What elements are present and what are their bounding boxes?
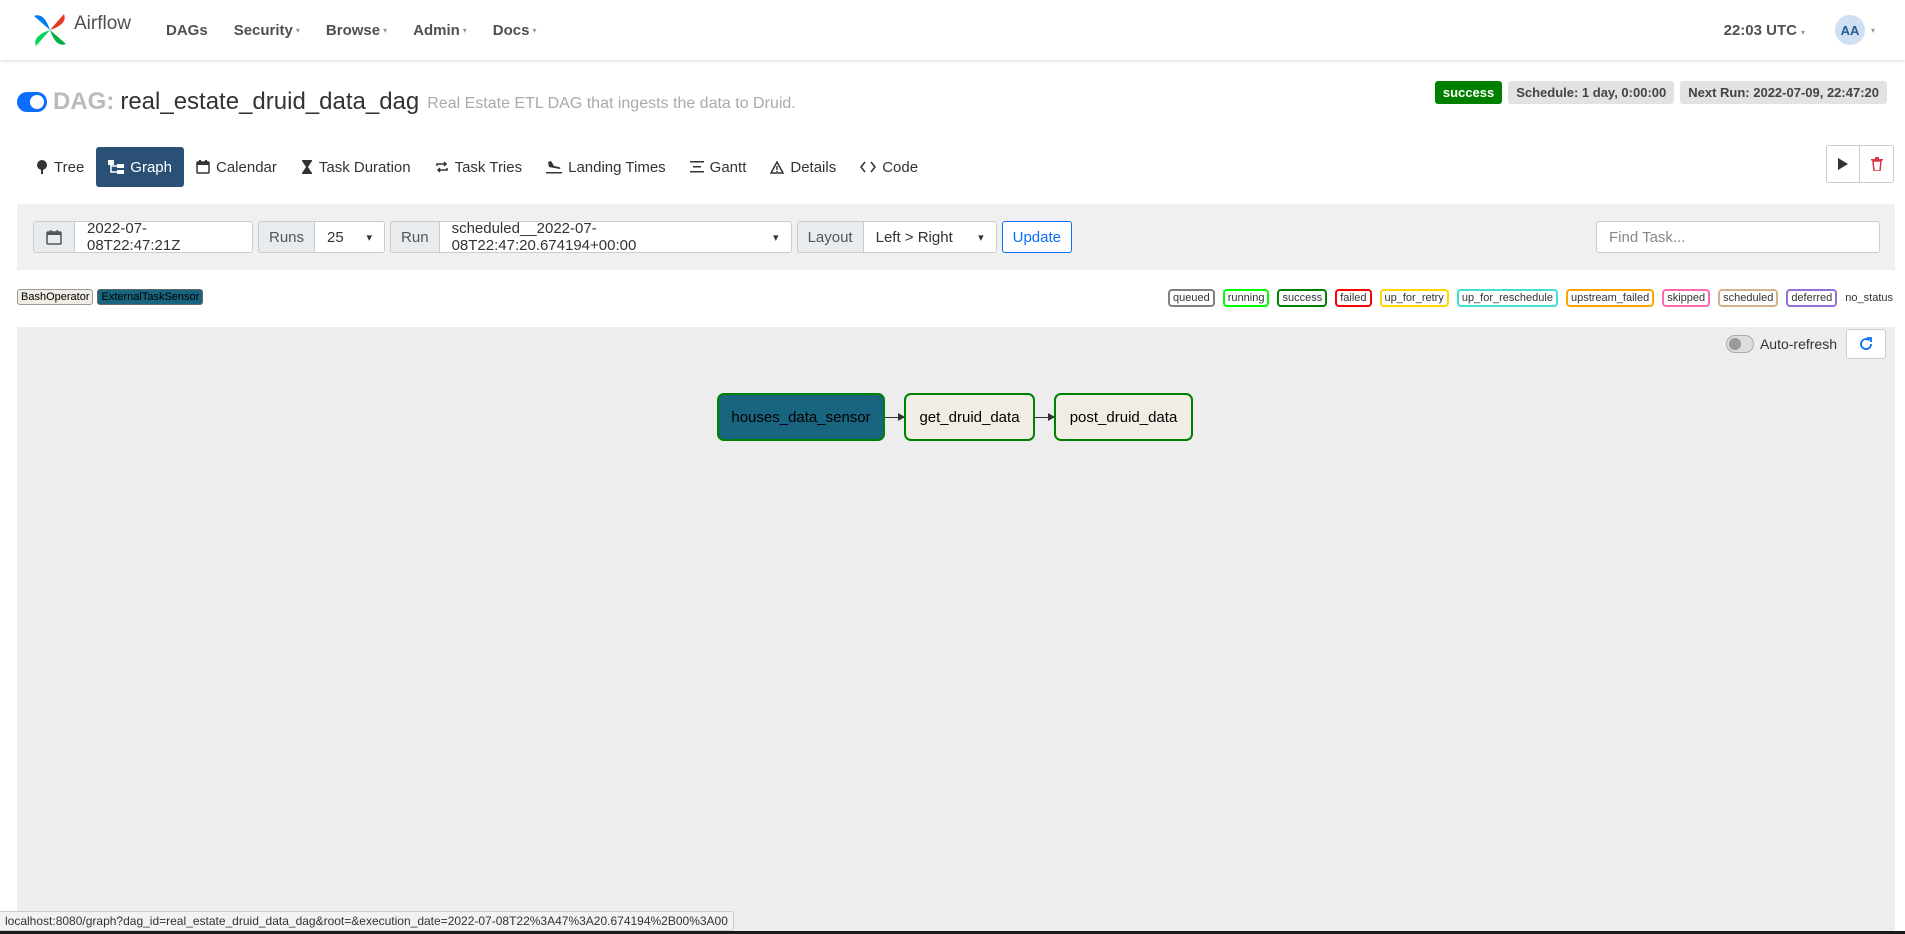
tab-gantt[interactable]: Gantt [678,147,759,187]
nav-docs[interactable]: Docs ▾ [493,22,537,39]
airflow-logo[interactable]: Airflow [30,6,166,54]
runs-label: Runs [258,221,316,253]
task-node-get-druid-data[interactable]: get_druid_data [904,393,1035,441]
caret-down-icon[interactable]: ▾ [1871,26,1875,35]
code-icon [860,161,877,173]
refresh-button[interactable] [1846,329,1886,359]
brand-name: Airflow [74,13,132,34]
run-group: Run scheduled__2022-07-08T22:47:20.67419… [390,220,792,254]
auto-refresh-label: Auto-refresh [1759,336,1837,352]
date-picker-button[interactable] [33,221,75,253]
dag-status-area: success Schedule: 1 day, 0:00:00 Next Ru… [1434,81,1887,104]
graph-icon [108,160,125,174]
tab-task-duration[interactable]: Task Duration [289,147,423,187]
dag-header: DAG: real_estate_druid_data_dag Real Est… [17,88,796,116]
task-node-houses-data-sensor[interactable]: houses_data_sensor [717,393,885,441]
nav-dags[interactable]: DAGs [166,22,208,39]
dag-pause-toggle[interactable] [17,92,47,112]
caret-down-icon: ▾ [462,25,467,35]
chevron-down-icon: ▾ [978,231,984,244]
tab-code[interactable]: Code [848,147,930,187]
find-task-input[interactable]: Find Task... [1596,221,1880,253]
legend-state-running[interactable]: running [1222,289,1270,307]
calendar-icon [196,160,210,174]
caret-down-icon: ▾ [532,25,537,35]
tab-calendar[interactable]: Calendar [184,147,289,187]
layout-group: Layout Left > Right ▾ [796,221,997,253]
user-avatar[interactable]: AA [1834,15,1865,45]
utc-clock[interactable]: 22:03 UTC ▾ [1724,22,1805,39]
plane-landing-icon [546,160,563,174]
legend-external-task-sensor[interactable]: ExternalTaskSensor [97,289,204,305]
dag-description: Real Estate ETL DAG that ingests the dat… [427,95,796,112]
play-icon [1838,158,1848,170]
hourglass-icon [301,160,313,174]
layout-select[interactable]: Left > Right ▾ [863,221,997,253]
legend-state-up-for-retry[interactable]: up_for_retry [1379,289,1449,307]
legend-state-upstream-failed[interactable]: upstream_failed [1565,289,1655,307]
airflow-pinwheel-icon [34,14,66,46]
trigger-dag-button[interactable] [1826,145,1860,183]
tab-graph[interactable]: Graph [96,147,184,187]
tree-icon [36,160,48,174]
delete-dag-button[interactable] [1860,145,1894,183]
status-bar-link-preview: localhost:8080/graph?dag_id=real_estate_… [0,911,734,931]
tab-landing-times[interactable]: Landing Times [534,147,678,187]
legend-state-up-for-reschedule[interactable]: up_for_reschedule [1456,289,1558,307]
graph-canvas[interactable]: Auto-refresh houses_data_sensor get_drui… [17,327,1895,934]
legend-state-success[interactable]: success [1277,289,1328,307]
runs-group: Runs 25 ▾ [258,221,386,253]
legend-state-no-status[interactable]: no_status [1845,290,1893,306]
caret-down-icon: ▾ [383,25,388,35]
dag-status-badge: success [1434,81,1503,104]
legend-state-scheduled[interactable]: scheduled [1718,289,1779,307]
legend-state-skipped[interactable]: skipped [1662,289,1711,307]
runs-select[interactable]: 25 ▾ [315,221,386,253]
operator-legend: BashOperator ExternalTaskSensor [17,289,204,305]
warning-icon [770,160,785,174]
legend-bash-operator[interactable]: BashOperator [17,289,94,305]
base-date-input[interactable]: 2022-07-08T22:47:21Z [75,220,253,254]
base-date-group: 2022-07-08T22:47:21Z [33,220,253,254]
schedule-badge: Schedule: 1 day, 0:00:00 [1508,81,1675,104]
chevron-down-icon: ▾ [366,231,373,244]
edge-arrow [885,413,905,421]
repeat-icon [435,160,449,174]
dag-label: DAG: [53,88,115,115]
update-button[interactable]: Update [1001,221,1072,253]
chevron-down-icon: ▾ [773,231,779,244]
dag-id: real_estate_druid_data_dag [120,88,420,115]
caret-down-icon: ▾ [295,25,300,35]
tab-details[interactable]: Details [758,147,848,187]
legend-state-queued[interactable]: queued [1168,289,1215,307]
navbar: Airflow DAGs Security ▾ Browse ▾ Admin ▾ Do… [0,0,1905,60]
legend-state-deferred[interactable]: deferred [1786,289,1838,307]
edge-arrow [1035,413,1055,421]
auto-refresh-control: Auto-refresh [1725,335,1837,353]
dag-actions [1826,145,1894,183]
calendar-icon [46,230,62,245]
graph-filter-bar: 2022-07-08T22:47:21Z Runs 25 ▾ Run schedu… [17,204,1895,270]
gantt-icon [689,160,704,174]
nav-admin[interactable]: Admin ▾ [413,22,467,39]
view-tabs: Tree Graph Calendar Task Duration Task T… [24,147,930,187]
nav-browse[interactable]: Browse ▾ [326,22,387,39]
legend-state-failed[interactable]: failed [1335,289,1372,307]
next-run-badge: Next Run: 2022-07-09, 22:47:20 [1680,81,1887,104]
layout-label: Layout [796,221,864,253]
state-legend: queued running success failed up_for_ret… [1168,289,1893,307]
nav-security[interactable]: Security ▾ [234,22,300,39]
tab-task-tries[interactable]: Task Tries [423,147,535,187]
auto-refresh-switch[interactable] [1725,335,1754,353]
run-select[interactable]: scheduled__2022-07-08T22:47:20.674194+00… [439,220,792,254]
caret-down-icon: ▾ [1800,27,1805,37]
refresh-icon [1860,337,1872,350]
task-node-post-druid-data[interactable]: post_druid_data [1054,393,1193,441]
trash-icon [1870,157,1883,171]
run-label: Run [390,221,440,253]
tab-tree[interactable]: Tree [24,147,96,187]
